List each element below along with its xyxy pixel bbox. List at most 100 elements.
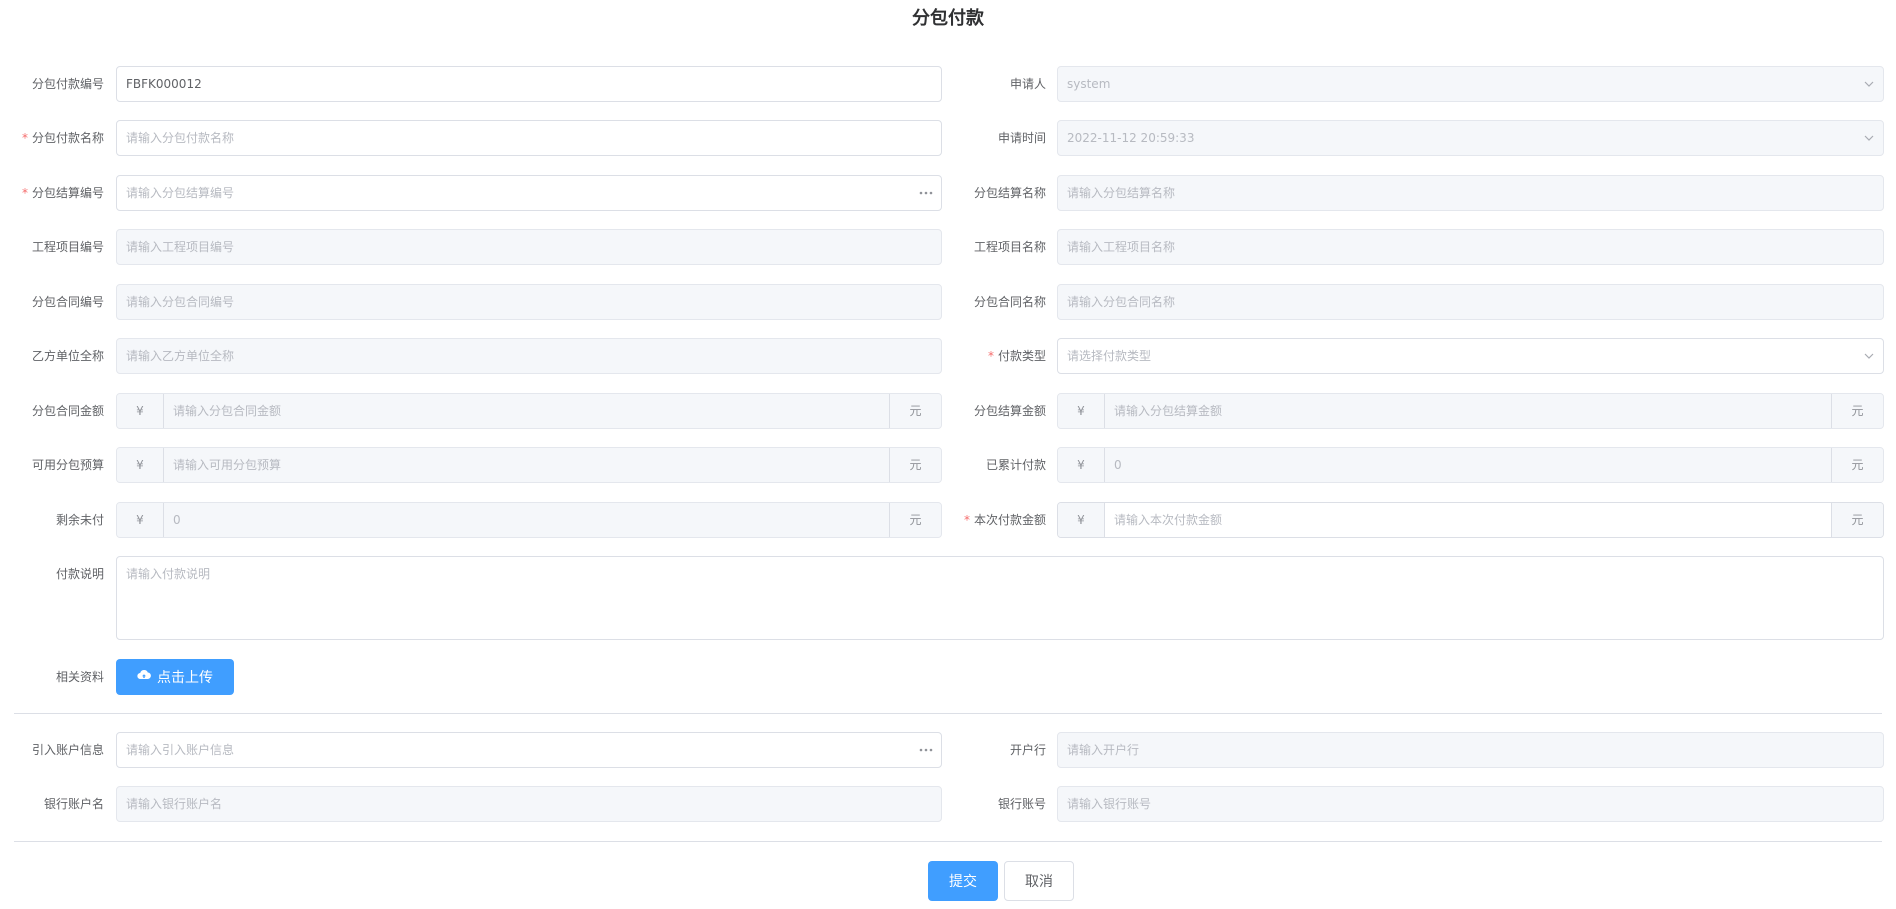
label-payment-type: * 付款类型: [987, 349, 1046, 363]
contract-name-placeholder: 请输入分包合同名称: [1067, 295, 1176, 309]
label-account-number: 银行账号: [997, 797, 1046, 811]
form-row: * 分包结算编号 请输入分包结算编号 分包结算名称 请输入分包结算名称: [0, 175, 1896, 211]
required-mark: *: [963, 513, 970, 527]
account-number-input[interactable]: 请输入银行账号: [1057, 786, 1884, 822]
upload-button[interactable]: 点击上传: [116, 659, 234, 695]
label-account-info: 引入账户信息: [31, 743, 104, 757]
payment-name-input[interactable]: 请输入分包付款名称: [116, 120, 942, 156]
current-payment-input[interactable]: ¥ 请输入本次付款金额 元: [1057, 502, 1884, 538]
currency-suffix: 元: [1831, 503, 1883, 537]
section-divider: [14, 841, 1882, 842]
account-info-placeholder: 请输入引入账户信息: [126, 743, 235, 757]
label-project-name: 工程项目名称: [973, 240, 1046, 254]
label-bank: 开户行: [1009, 743, 1046, 757]
available-budget-input[interactable]: ¥ 请输入可用分包预算 元: [116, 447, 942, 483]
label-settlement-code: * 分包结算编号: [21, 186, 104, 200]
form-row: 剩余未付 ¥ 0 元 * 本次付款金额 ¥ 请输入本次付款金额 元: [0, 502, 1896, 538]
label-payment-desc: 付款说明: [55, 567, 104, 581]
label-paid-total: 已累计付款: [985, 458, 1046, 472]
chevron-down-icon: [1863, 121, 1875, 155]
form-row: 分包合同金额 ¥ 请输入分包合同金额 元 分包结算金额 ¥ 请输入分包结算金额 …: [0, 393, 1896, 429]
remaining-unpaid-value: 0: [173, 513, 181, 527]
label-party-b: 乙方单位全称: [31, 349, 104, 363]
form-row: 工程项目编号 请输入工程项目编号 工程项目名称 请输入工程项目名称: [0, 229, 1896, 265]
payment-type-placeholder: 请选择付款类型: [1067, 349, 1152, 363]
payment-name-placeholder: 请输入分包付款名称: [126, 131, 235, 145]
upload-button-label: 点击上传: [157, 670, 213, 686]
remaining-unpaid-input[interactable]: ¥ 0 元: [116, 502, 942, 538]
party-b-placeholder: 请输入乙方单位全称: [126, 349, 235, 363]
contract-amount-placeholder: 请输入分包合同金额: [173, 404, 282, 418]
required-mark: *: [21, 186, 28, 200]
label-applicant: 申请人: [1009, 77, 1046, 91]
more-icon[interactable]: [919, 176, 933, 210]
payment-type-select[interactable]: 请选择付款类型: [1057, 338, 1884, 374]
settlement-amount-placeholder: 请输入分包结算金额: [1114, 404, 1223, 418]
bank-placeholder: 请输入开户行: [1067, 743, 1140, 757]
currency-prefix: ¥: [1058, 503, 1105, 537]
label-contract-code: 分包合同编号: [31, 295, 104, 309]
form-row: 分包合同编号 请输入分包合同编号 分包合同名称 请输入分包合同名称: [0, 284, 1896, 320]
required-mark: *: [21, 131, 28, 145]
currency-prefix: ¥: [117, 448, 164, 482]
form-row: * 分包付款名称 请输入分包付款名称 申请时间 2022-11-12 20:59:…: [0, 120, 1896, 156]
form-row: 相关资料 点击上传: [0, 659, 1896, 695]
account-info-input[interactable]: 请输入引入账户信息: [116, 732, 942, 768]
label-payment-code: 分包付款编号: [31, 77, 104, 91]
cancel-button[interactable]: 取消: [1004, 861, 1074, 901]
label-payment-name: * 分包付款名称: [21, 131, 104, 145]
party-b-input[interactable]: 请输入乙方单位全称: [116, 338, 942, 374]
paid-total-value: 0: [1114, 458, 1122, 472]
bank-input[interactable]: 请输入开户行: [1057, 732, 1884, 768]
current-payment-placeholder: 请输入本次付款金额: [1114, 513, 1223, 527]
apply-time-picker[interactable]: 2022-11-12 20:59:33: [1057, 120, 1884, 156]
required-mark: *: [987, 349, 994, 363]
chevron-down-icon: [1863, 339, 1875, 373]
settlement-amount-input[interactable]: ¥ 请输入分包结算金额 元: [1057, 393, 1884, 429]
submit-button[interactable]: 提交: [928, 861, 998, 901]
section-divider: [14, 713, 1882, 714]
settlement-code-input[interactable]: 请输入分包结算编号: [116, 175, 942, 211]
form-row: 引入账户信息 请输入引入账户信息 开户行 请输入开户行: [0, 732, 1896, 768]
cloud-upload-icon: [137, 669, 151, 685]
project-name-input[interactable]: 请输入工程项目名称: [1057, 229, 1884, 265]
label-apply-time: 申请时间: [997, 131, 1046, 145]
paid-total-input[interactable]: ¥ 0 元: [1057, 447, 1884, 483]
form-row: 可用分包预算 ¥ 请输入可用分包预算 元 已累计付款 ¥ 0 元: [0, 447, 1896, 483]
label-current-payment: * 本次付款金额: [963, 513, 1046, 527]
contract-amount-input[interactable]: ¥ 请输入分包合同金额 元: [116, 393, 942, 429]
page-title: 分包付款: [912, 8, 984, 29]
form-row: 分包付款编号 FBFK000012 申请人 system: [0, 66, 1896, 102]
currency-prefix: ¥: [117, 394, 164, 428]
currency-suffix: 元: [1831, 394, 1883, 428]
currency-prefix: ¥: [117, 503, 164, 537]
currency-suffix: 元: [889, 394, 941, 428]
payment-code-input[interactable]: FBFK000012: [116, 66, 942, 102]
payment-desc-textarea[interactable]: 请输入付款说明: [116, 556, 1884, 640]
contract-name-input[interactable]: 请输入分包合同名称: [1057, 284, 1884, 320]
label-account-name: 银行账户名: [43, 797, 104, 811]
label-contract-name: 分包合同名称: [973, 295, 1046, 309]
settlement-code-placeholder: 请输入分包结算编号: [126, 186, 235, 200]
applicant-value: system: [1067, 77, 1111, 91]
contract-code-input[interactable]: 请输入分包合同编号: [116, 284, 942, 320]
currency-prefix: ¥: [1058, 448, 1105, 482]
more-icon[interactable]: [919, 733, 933, 767]
form-row: 乙方单位全称 请输入乙方单位全称 * 付款类型 请选择付款类型: [0, 338, 1896, 374]
label-attachments: 相关资料: [55, 670, 104, 684]
form-row: 付款说明 请输入付款说明: [0, 556, 1896, 640]
currency-suffix: 元: [889, 448, 941, 482]
project-code-input[interactable]: 请输入工程项目编号: [116, 229, 942, 265]
label-project-code: 工程项目编号: [31, 240, 104, 254]
form-row: 银行账户名 请输入银行账户名 银行账号 请输入银行账号: [0, 786, 1896, 822]
subcontract-payment-form: 分包付款 分包付款编号 FBFK000012 申请人 system * 分包付款名…: [0, 0, 1896, 909]
available-budget-placeholder: 请输入可用分包预算: [173, 458, 282, 472]
account-name-input[interactable]: 请输入银行账户名: [116, 786, 942, 822]
settlement-name-input[interactable]: 请输入分包结算名称: [1057, 175, 1884, 211]
applicant-select[interactable]: system: [1057, 66, 1884, 102]
project-name-placeholder: 请输入工程项目名称: [1067, 240, 1176, 254]
contract-code-placeholder: 请输入分包合同编号: [126, 295, 235, 309]
label-settlement-amount: 分包结算金额: [973, 404, 1046, 418]
payment-code-value: FBFK000012: [126, 77, 202, 91]
payment-desc-placeholder: 请输入付款说明: [126, 567, 211, 581]
